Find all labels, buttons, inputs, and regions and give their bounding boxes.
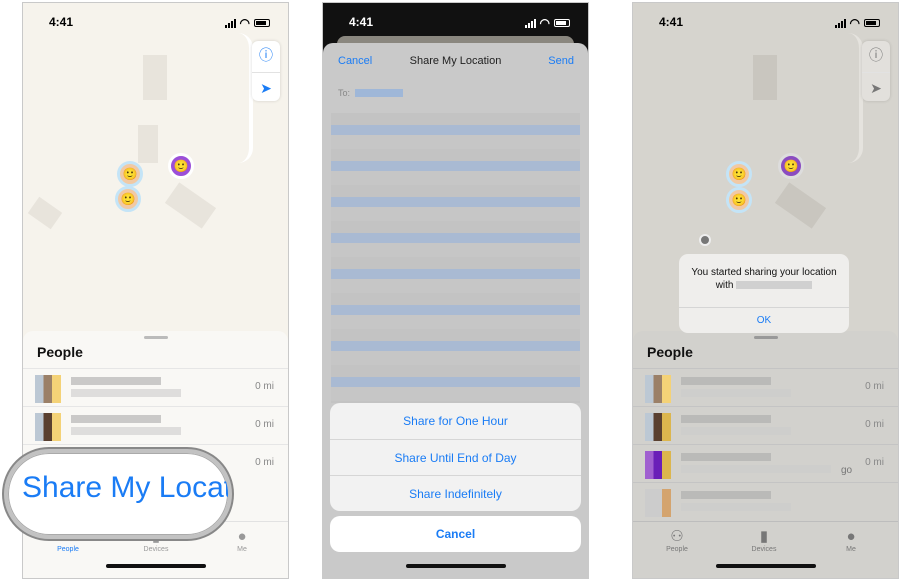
- share-my-location-screen: 4:41 ◠ Cancel Share My Location Send To:…: [322, 2, 589, 579]
- battery-icon: [864, 19, 880, 27]
- person-row[interactable]: 0 mi: [633, 368, 898, 406]
- sharing-confirmation-screen: 4:41 ◠ ⓘ ➤ 🙂 🙂 🙂 People 0 mi 0 mi go 0 mi …: [632, 2, 899, 579]
- battery-icon: [554, 19, 570, 27]
- tab-me[interactable]: ● Me: [217, 528, 267, 553]
- share-duration-sheet: Share for One Hour Share Until End of Da…: [330, 403, 581, 511]
- people-sheet: People 0 mi 0 mi go 0 mi ⚇ People ▮ Devices…: [633, 331, 898, 578]
- sheet-handle[interactable]: [144, 336, 168, 339]
- status-time: 4:41: [49, 15, 74, 29]
- home-indicator: [106, 564, 206, 568]
- map-controls: ⓘ ➤: [862, 41, 890, 101]
- me-icon: ●: [846, 528, 856, 545]
- signal-icon: [224, 18, 236, 28]
- alert-ok-button[interactable]: OK: [679, 307, 849, 333]
- location-arrow-icon[interactable]: ➤: [260, 80, 272, 97]
- person-avatar[interactable]: 🙂: [726, 161, 752, 187]
- action-cancel-button[interactable]: Cancel: [330, 516, 581, 552]
- me-icon: ●: [237, 528, 247, 545]
- status-bar: 4:41 ◠: [23, 15, 288, 31]
- tab-me[interactable]: ● Me: [826, 528, 876, 553]
- person-row[interactable]: 0 mi: [633, 406, 898, 444]
- location-arrow-icon[interactable]: ➤: [870, 80, 882, 97]
- info-icon[interactable]: ⓘ: [869, 45, 883, 65]
- to-label: To:: [338, 88, 351, 98]
- person-avatar[interactable]: 🙂: [117, 161, 143, 187]
- person-row[interactable]: 0 mi: [23, 368, 288, 406]
- contact-list[interactable]: [331, 113, 580, 403]
- info-icon[interactable]: ⓘ: [259, 45, 273, 65]
- share-indefinitely-option[interactable]: Share Indefinitely: [330, 475, 581, 511]
- status-bar: 4:41 ◠: [633, 15, 898, 31]
- person-avatar[interactable]: 🙂: [168, 153, 194, 179]
- person-row[interactable]: [633, 482, 898, 520]
- share-end-of-day-option[interactable]: Share Until End of Day: [330, 439, 581, 475]
- alert-message: You started sharing your location with: [691, 267, 837, 291]
- status-bar: 4:41 ◠: [323, 15, 588, 31]
- battery-icon: [254, 19, 270, 27]
- person-avatar[interactable]: 🙂: [778, 153, 804, 179]
- wifi-icon: ◠: [239, 16, 250, 30]
- current-location-dot: [699, 234, 711, 246]
- person-row[interactable]: 0 mi: [23, 406, 288, 444]
- to-field[interactable]: [355, 89, 403, 97]
- wifi-icon: ◠: [539, 16, 550, 30]
- home-indicator: [406, 564, 506, 568]
- people-icon: ⚇: [670, 528, 684, 545]
- tab-devices[interactable]: ▮Devices: [739, 528, 789, 553]
- map-controls: ⓘ ➤: [252, 41, 280, 101]
- tab-people[interactable]: ⚇People: [652, 528, 702, 553]
- person-avatar[interactable]: 🙂: [115, 186, 141, 212]
- devices-icon: ▮: [759, 528, 769, 545]
- person-row[interactable]: go 0 mi: [633, 444, 898, 482]
- sharing-alert: You started sharing your location with O…: [679, 254, 849, 333]
- tab-bar: ⚇People ▮Devices ●Me: [633, 521, 898, 561]
- home-indicator: [716, 564, 816, 568]
- share-one-hour-option[interactable]: Share for One Hour: [330, 403, 581, 439]
- wifi-icon: ◠: [849, 16, 860, 30]
- share-my-location-magnified[interactable]: Share My Locati: [4, 449, 232, 539]
- send-button[interactable]: Send: [548, 55, 574, 67]
- person-avatar[interactable]: 🙂: [726, 187, 752, 213]
- people-title: People: [647, 344, 693, 360]
- people-title: People: [37, 344, 83, 360]
